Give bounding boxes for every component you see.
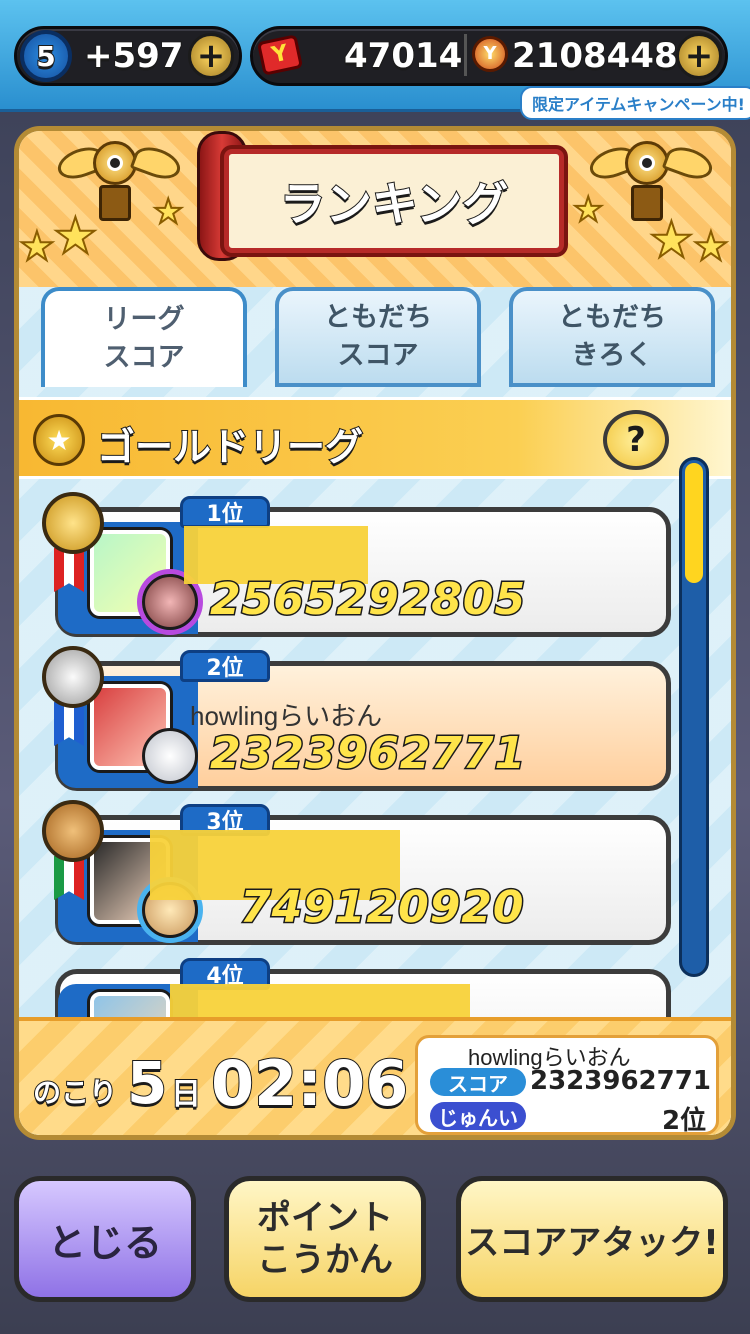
star-icon: ★	[152, 192, 185, 232]
remaining-time: 02:06	[210, 1046, 409, 1121]
ranking-content: リーグ スコア ともだち スコア ともだち きろく ★ ゴールドリーグ ? 1位	[19, 287, 731, 1135]
player-score: 749120920	[239, 881, 526, 935]
money-count: 2108448	[511, 35, 679, 77]
close-button[interactable]: とじる	[14, 1176, 196, 1302]
tab-label-line1: ともだち	[558, 302, 666, 333]
my-ranking-card: howlingらいおん スコア 2323962771 じゅんい 2位	[415, 1035, 719, 1135]
day-unit: 日	[170, 1076, 202, 1113]
level-badge: 5	[20, 30, 72, 82]
league-banner: ★ ゴールドリーグ ?	[19, 397, 731, 479]
campaign-badge[interactable]: 限定アイテムキャンペーン中!	[520, 86, 750, 120]
ranking-panel: ★ ★ ★ ランキング ★ ★ ★ リーグ スコア ともだち スコア ともだち …	[14, 126, 736, 1140]
remaining-label: のこり	[32, 1075, 118, 1110]
tab-label-line2: スコア	[337, 340, 419, 371]
exchange-label-line1: ポイント	[257, 1198, 393, 1238]
ranking-footer: のこり 5 日 02:06 howlingらいおん スコア 2323962771…	[19, 1017, 731, 1135]
point-exchange-button[interactable]: ポイント こうかん	[224, 1176, 426, 1302]
stamina-gain: +597	[83, 35, 184, 77]
score-attack-label: スコアアタック!	[465, 1222, 719, 1263]
remaining-days: 5	[126, 1048, 168, 1118]
rank-label: じゅんい	[430, 1102, 526, 1130]
player-score: 2565292805	[208, 573, 527, 627]
ranking-row[interactable]: 1位 2565292805	[42, 492, 671, 637]
star-icon: ★	[648, 211, 695, 269]
currency-divider	[464, 34, 467, 76]
ranking-row[interactable]: 2位 howlingらいおん 2323962771	[42, 646, 671, 791]
help-button[interactable]: ?	[603, 410, 669, 470]
tab-league-score[interactable]: リーグ スコア	[41, 287, 247, 387]
star-icon: ★	[19, 224, 56, 270]
panel-title: ランキング	[224, 149, 564, 253]
gold-medal-icon	[42, 492, 104, 554]
panel-header: ★ ★ ★ ランキング ★ ★ ★	[19, 131, 731, 287]
scrollbar-thumb[interactable]	[685, 463, 703, 583]
score-attack-button[interactable]: スコアアタック!	[456, 1176, 728, 1302]
score-label: スコア	[430, 1068, 526, 1096]
plus-icon: +	[196, 36, 226, 76]
tab-label-line2: スコア	[103, 342, 185, 373]
tab-label-line1: ともだち	[324, 302, 432, 333]
add-currency-button[interactable]: +	[676, 33, 722, 79]
tab-friend-record[interactable]: ともだち きろく	[509, 287, 715, 387]
star-icon: ★	[572, 190, 605, 230]
gold-league-icon: ★	[33, 414, 85, 466]
my-score: 2323962771	[530, 1066, 711, 1096]
question-icon: ?	[626, 420, 646, 460]
close-button-label: とじる	[47, 1220, 162, 1265]
tab-friend-score[interactable]: ともだち スコア	[275, 287, 481, 387]
silver-medal-icon	[42, 646, 104, 708]
my-rank: 2位	[662, 1106, 707, 1136]
tab-label-line2: きろく	[571, 340, 653, 371]
ranking-scrollbar[interactable]	[679, 457, 709, 977]
exchange-label-line2: こうかん	[257, 1240, 393, 1280]
player-score: 2323962771	[208, 727, 527, 781]
add-stamina-button[interactable]: +	[188, 33, 234, 79]
plus-icon: +	[684, 36, 714, 76]
money-bag-icon: Y	[472, 36, 508, 72]
tab-label-line1: リーグ	[103, 304, 185, 335]
star-icon: ★	[692, 224, 730, 270]
league-title: ゴールドリーグ	[96, 424, 364, 470]
top-status-bar: 5 +597 + Y 47014 Y 2108448 + 限定アイテムキャンペー…	[0, 0, 750, 120]
star-icon: ★	[52, 207, 99, 265]
rank-label: 1位	[180, 496, 270, 528]
rank-label: 2位	[180, 650, 270, 682]
pet-icon	[142, 728, 198, 784]
gem-count: 47014	[343, 35, 463, 77]
bronze-medal-icon	[42, 800, 104, 862]
ranking-row[interactable]: 3位 749120920	[42, 800, 671, 945]
